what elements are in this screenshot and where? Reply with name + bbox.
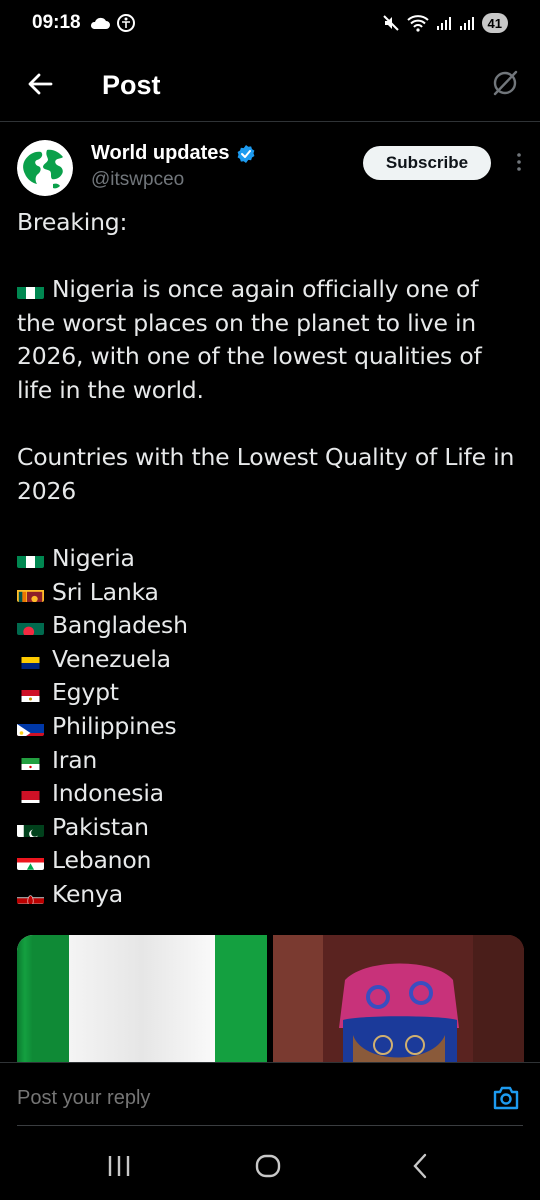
list-item: Egypt bbox=[17, 676, 523, 710]
list-item: Venezuela bbox=[17, 643, 523, 677]
camera-icon[interactable] bbox=[492, 1085, 520, 1111]
author-name[interactable]: World updates bbox=[91, 142, 230, 165]
more-options-icon[interactable] bbox=[515, 152, 523, 172]
battery-icon: 41 bbox=[481, 13, 508, 33]
list-item: Kenya bbox=[17, 878, 523, 912]
kenya-flag-icon bbox=[17, 886, 44, 904]
recent-apps-icon[interactable] bbox=[104, 1152, 134, 1180]
divider bbox=[17, 1125, 523, 1126]
page-title: Post bbox=[102, 70, 161, 100]
back-nav-icon[interactable] bbox=[405, 1152, 435, 1180]
reply-bar bbox=[0, 1062, 540, 1128]
country-name: Iran bbox=[52, 745, 98, 774]
status-time: 09:18 bbox=[32, 12, 81, 33]
list-item: Bangladesh bbox=[17, 609, 523, 643]
country-name: Sri Lanka bbox=[52, 577, 159, 606]
indonesia-flag-icon bbox=[17, 785, 44, 804]
country-name: Egypt bbox=[52, 678, 119, 707]
list-item: Pakistan bbox=[17, 811, 523, 845]
list-item: Lebanon bbox=[17, 844, 523, 878]
country-name: Philippines bbox=[52, 711, 177, 740]
cloud-icon bbox=[90, 17, 110, 29]
verified-badge-icon bbox=[237, 144, 254, 163]
country-name: Indonesia bbox=[52, 779, 164, 808]
arrow-left-icon[interactable] bbox=[26, 70, 54, 98]
author-handle[interactable]: @itswpceo bbox=[91, 169, 184, 191]
country-name: Venezuela bbox=[52, 644, 171, 673]
top-header: Post bbox=[0, 50, 540, 122]
post-paragraph: Nigeria is once again officially one of … bbox=[17, 273, 523, 407]
country-name: Lebanon bbox=[52, 846, 152, 875]
portrait-image[interactable] bbox=[273, 935, 524, 1065]
battery-level: 41 bbox=[487, 15, 502, 31]
list-item: Sri Lanka bbox=[17, 576, 523, 610]
country-name: Kenya bbox=[52, 879, 123, 908]
nigeria-flag-icon bbox=[17, 281, 44, 300]
country-name: Pakistan bbox=[52, 812, 149, 841]
country-name: Nigeria bbox=[52, 543, 135, 572]
list-item: Nigeria bbox=[17, 542, 523, 576]
list-item: Indonesia bbox=[17, 777, 523, 811]
system-nav-bar bbox=[0, 1130, 540, 1200]
bangladesh-flag-icon bbox=[17, 617, 44, 636]
signal-icon bbox=[459, 17, 474, 30]
signal-icon bbox=[436, 17, 451, 30]
accessibility-icon bbox=[116, 14, 135, 32]
home-icon[interactable] bbox=[253, 1152, 283, 1180]
reply-input[interactable] bbox=[17, 1087, 437, 1110]
post-paragraph-text: Nigeria is once again officially one of … bbox=[17, 275, 482, 404]
post-intro: Breaking: bbox=[17, 208, 128, 236]
country-name: Bangladesh bbox=[52, 611, 188, 640]
philippines-flag-icon bbox=[17, 718, 44, 736]
venezuela-flag-icon bbox=[17, 651, 44, 669]
list-item: Philippines bbox=[17, 710, 523, 744]
list-item: Iran bbox=[17, 744, 523, 778]
grok-icon[interactable] bbox=[490, 68, 520, 98]
status-bar: 09:18 41 bbox=[0, 0, 540, 46]
nigeria-flag-icon bbox=[17, 550, 44, 568]
pakistan-flag-icon bbox=[17, 819, 44, 837]
mute-icon bbox=[382, 15, 399, 31]
egypt-flag-icon bbox=[17, 684, 44, 703]
subscribe-button[interactable]: Subscribe bbox=[363, 146, 491, 180]
sri-lanka-flag-icon bbox=[17, 584, 44, 602]
post-media[interactable] bbox=[17, 935, 524, 1065]
wifi-icon bbox=[406, 15, 429, 32]
post-body: Breaking: Nigeria is once again official… bbox=[17, 206, 523, 911]
post-author: World updates @itswpceo Subscribe bbox=[17, 140, 523, 196]
avatar[interactable] bbox=[17, 140, 73, 196]
lebanon-flag-icon bbox=[17, 852, 44, 871]
list-title: Countries with the Lowest Quality of Lif… bbox=[17, 443, 515, 505]
nigeria-flag-image[interactable] bbox=[17, 935, 267, 1065]
iran-flag-icon bbox=[17, 752, 44, 770]
